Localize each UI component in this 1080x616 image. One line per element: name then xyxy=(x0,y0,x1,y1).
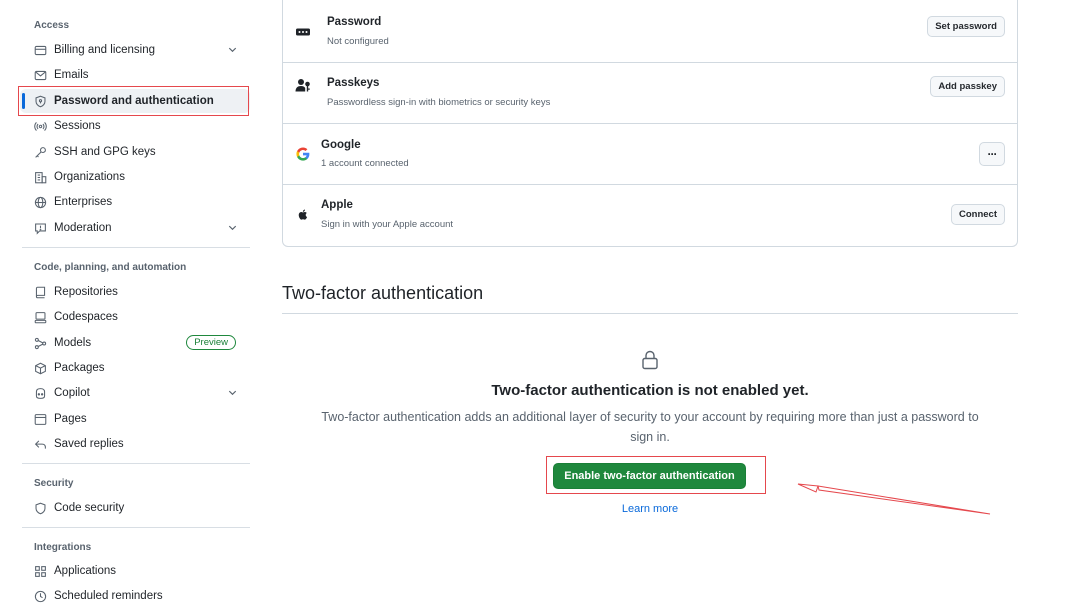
sidebar-item-label: SSH and GPG keys xyxy=(54,146,156,158)
passkey-icon xyxy=(295,77,311,93)
sidebar-item-label: Models xyxy=(54,337,92,349)
lock-icon xyxy=(642,350,658,370)
mail-icon xyxy=(34,69,47,82)
auth-subtitle: Passwordless sign-in with biometrics or … xyxy=(327,97,551,108)
apple-icon xyxy=(295,206,311,222)
auth-title: Password xyxy=(327,16,382,28)
sidebar-item-label: Moderation xyxy=(54,222,112,234)
section-title-access: Access xyxy=(34,20,70,31)
package-icon xyxy=(34,362,47,375)
section-title-security: Security xyxy=(34,478,74,489)
copilot-icon xyxy=(34,387,47,400)
browser-icon xyxy=(34,413,47,426)
chevron-down-icon[interactable] xyxy=(227,44,238,55)
auth-methods-card: Password Not configured Set password Pas… xyxy=(282,0,1018,247)
sidebar-item-label: Billing and licensing xyxy=(54,44,156,56)
codespaces-icon xyxy=(34,311,47,324)
sidebar-item-applications[interactable]: Applications xyxy=(20,559,250,583)
auth-title: Google xyxy=(321,139,361,151)
section-title-code-planning: Code, planning, and automation xyxy=(34,262,187,273)
sidebar-item-label: Applications xyxy=(54,565,117,577)
sidebar-item-label: Copilot xyxy=(54,387,90,399)
sidebar-item-pages[interactable]: Pages xyxy=(20,407,250,431)
auth-row-apple: Apple Sign in with your Apple account Co… xyxy=(283,185,1017,246)
google-icon xyxy=(295,146,311,162)
sidebar-item-code-security[interactable]: Code security xyxy=(20,496,250,520)
sidebar-item-label: Packages xyxy=(54,362,105,374)
section-divider xyxy=(22,527,250,528)
sidebar-item-label: Repositories xyxy=(54,286,118,298)
key-icon xyxy=(34,146,47,159)
annotation-arrow xyxy=(797,483,991,515)
two-factor-heading: Two-factor authentication xyxy=(282,283,484,303)
sidebar-item-label: Sessions xyxy=(54,120,101,132)
auth-subtitle: Sign in with your Apple account xyxy=(321,219,454,230)
sidebar-item-label: Enterprises xyxy=(54,196,113,208)
sidebar-item-label: Saved replies xyxy=(54,438,124,450)
section-divider xyxy=(22,463,250,464)
two-factor-description: Two-factor authentication adds an additi… xyxy=(321,410,979,444)
sidebar-item-label: Organizations xyxy=(54,171,125,183)
preview-badge: Preview xyxy=(186,335,236,350)
sidebar-item-organizations[interactable]: Organizations xyxy=(20,165,250,189)
sidebar-item-copilot[interactable]: Copilot xyxy=(20,381,250,405)
sidebar-item-billing[interactable]: Billing and licensing xyxy=(20,38,250,62)
sidebar-item-enterprises[interactable]: Enterprises xyxy=(20,190,250,214)
sidebar-item-models[interactable]: Models Preview xyxy=(20,331,250,355)
auth-title: Passkeys xyxy=(327,77,380,89)
sidebar-item-label: Scheduled reminders xyxy=(54,590,163,602)
sidebar-item-codespaces[interactable]: Codespaces xyxy=(20,305,250,329)
sidebar-item-emails[interactable]: Emails xyxy=(20,63,250,87)
password-icon xyxy=(295,24,311,40)
sidebar-item-repositories[interactable]: Repositories xyxy=(20,280,250,304)
sidebar-item-saved-replies[interactable]: Saved replies xyxy=(20,432,250,456)
sidebar-item-ssh-gpg-keys[interactable]: SSH and GPG keys xyxy=(20,140,250,164)
organization-icon xyxy=(34,171,47,184)
set-password-button[interactable]: Set password xyxy=(927,16,1005,37)
two-factor-status-title: Two-factor authentication is not enabled… xyxy=(491,382,809,399)
globe-icon xyxy=(34,196,47,209)
chevron-down-icon[interactable] xyxy=(227,222,238,233)
section-divider xyxy=(22,247,250,248)
annotation-highlight-box xyxy=(18,86,249,116)
models-icon xyxy=(34,337,47,350)
add-passkey-button[interactable]: Add passkey xyxy=(930,76,1005,97)
broadcast-icon xyxy=(34,120,47,133)
more-options-button[interactable]: ··· xyxy=(979,142,1005,166)
auth-row-google: Google 1 account connected ··· xyxy=(283,124,1017,185)
section-title-integrations: Integrations xyxy=(34,542,92,553)
auth-row-passkeys: Passkeys Passwordless sign-in with biome… xyxy=(283,63,1017,124)
enable-two-factor-button[interactable]: Enable two-factor authentication xyxy=(553,463,746,489)
chevron-down-icon[interactable] xyxy=(227,387,238,398)
apps-icon xyxy=(34,565,47,578)
sidebar-item-label: Pages xyxy=(54,413,87,425)
auth-subtitle: Not configured xyxy=(327,36,389,47)
shield-icon xyxy=(34,502,47,515)
sidebar-item-label: Code security xyxy=(54,502,125,514)
auth-subtitle: 1 account connected xyxy=(321,158,409,169)
connect-apple-button[interactable]: Connect xyxy=(951,204,1005,225)
auth-row-password: Password Not configured Set password xyxy=(283,0,1017,63)
clock-icon xyxy=(34,590,47,603)
credit-card-icon xyxy=(34,44,47,57)
sidebar-item-label: Codespaces xyxy=(54,311,118,323)
reply-icon xyxy=(34,438,47,451)
sidebar-item-sessions[interactable]: Sessions xyxy=(20,114,250,138)
sidebar-item-scheduled-reminders[interactable]: Scheduled reminders xyxy=(20,584,250,608)
section-divider xyxy=(282,313,1018,314)
auth-title: Apple xyxy=(321,199,353,211)
report-icon xyxy=(34,222,47,235)
settings-sidebar: Access Billing and licensing Emails Pass… xyxy=(18,0,252,616)
sidebar-item-label: Emails xyxy=(54,69,89,81)
sidebar-item-moderation[interactable]: Moderation xyxy=(20,216,250,240)
sidebar-item-packages[interactable]: Packages xyxy=(20,356,250,380)
repo-icon xyxy=(34,286,47,299)
